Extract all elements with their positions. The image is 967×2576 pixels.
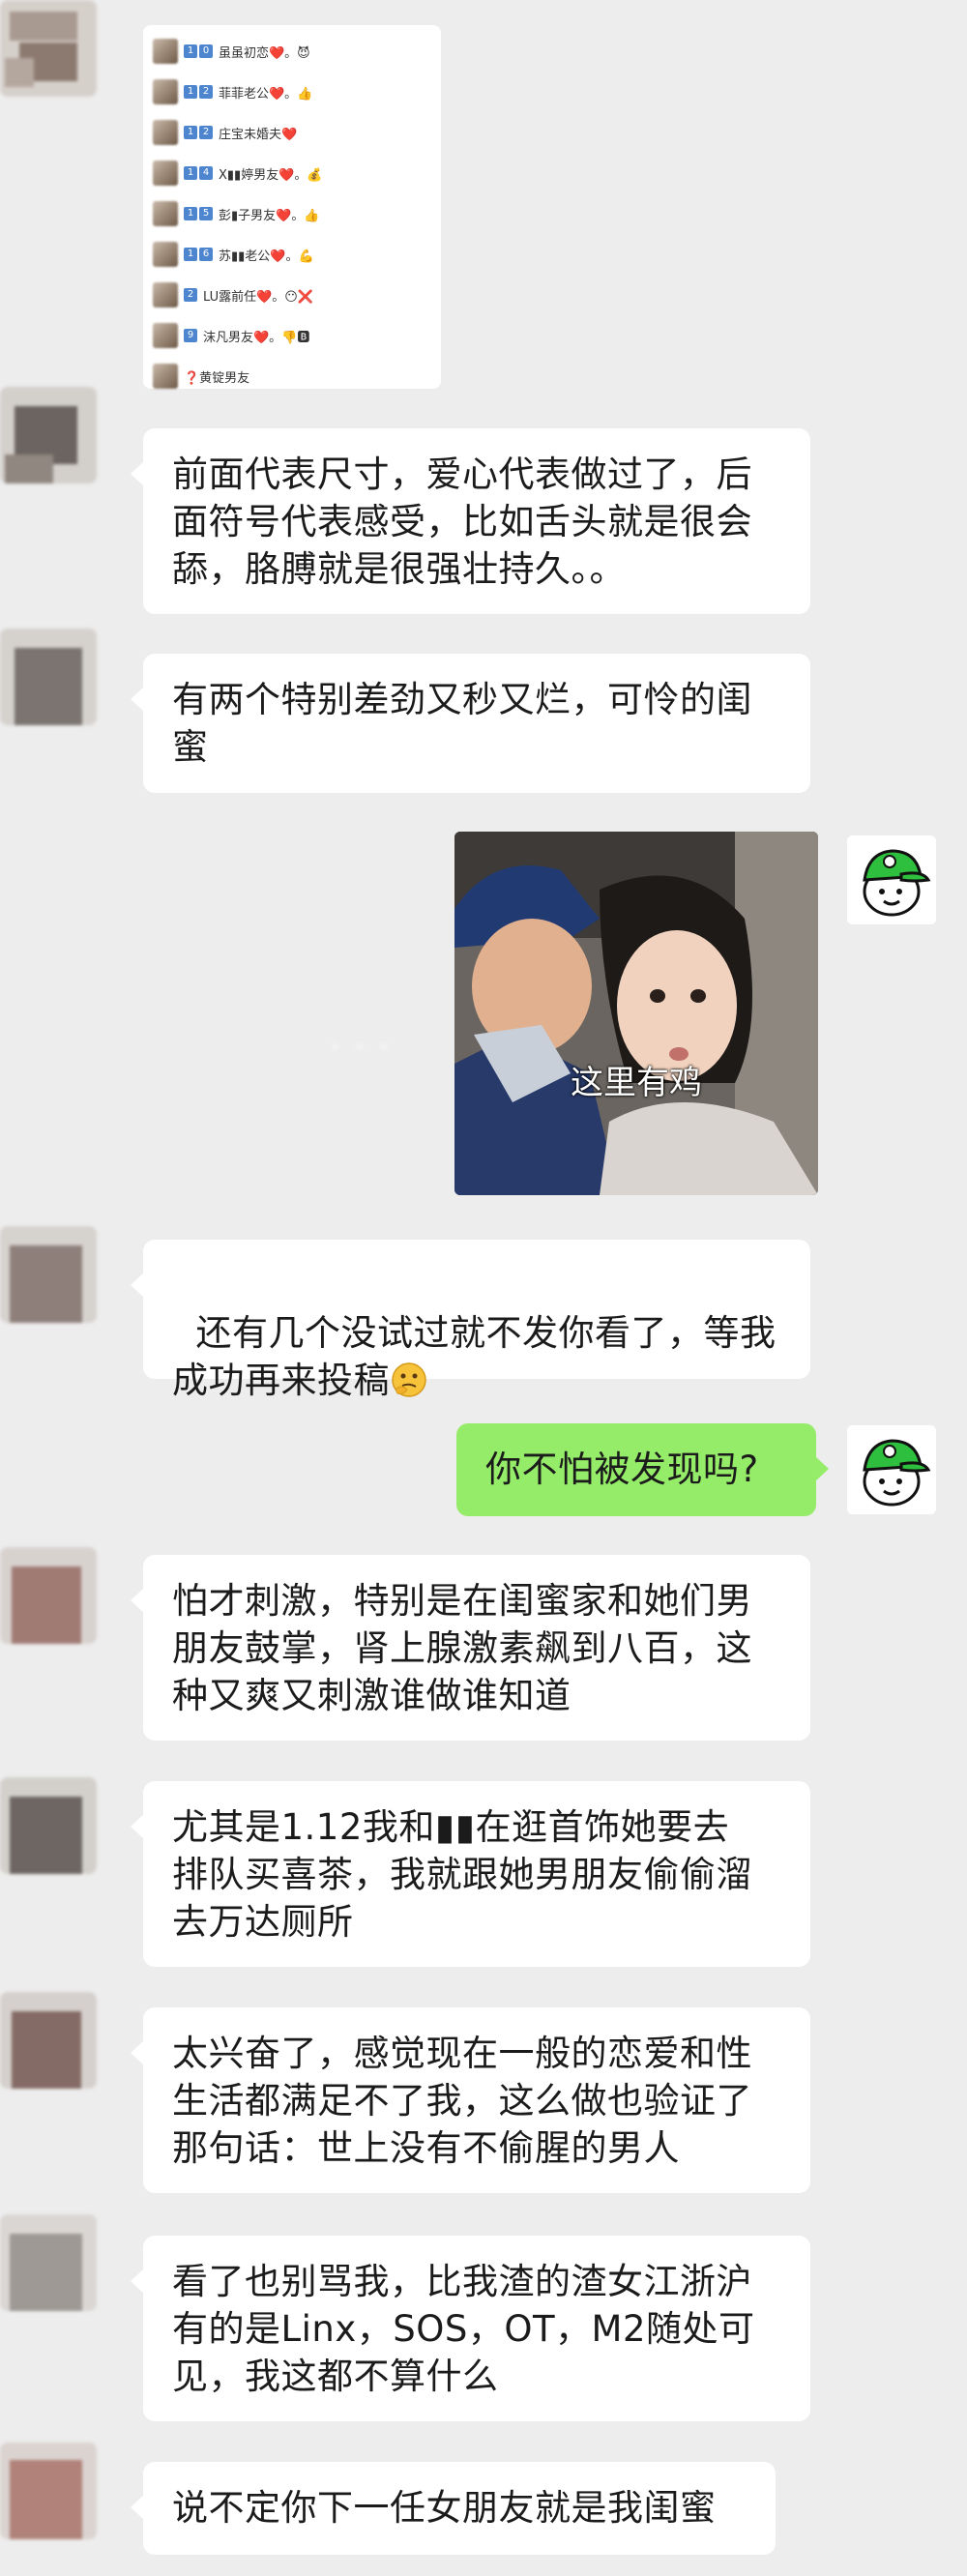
number-digit: 6: [199, 248, 213, 261]
list-row: 2 LU露前任❤️。😶❌: [153, 275, 431, 315]
green-cap-face-icon: [847, 835, 936, 924]
message-bubble: 看了也别骂我，比我渣的渣女江浙沪 有的是Linx，SOS，OT，M2随处可 见，…: [131, 2236, 810, 2421]
contact-avatar[interactable]: [0, 629, 97, 725]
message-bubble-sent: 你不怕被发现吗?: [456, 1423, 829, 1516]
message-bubble: 怕才刺激，特别是在闺蜜家和她们男 朋友鼓掌，肾上腺激素飙到八百，这 种又爽又刺激…: [131, 1555, 810, 1741]
contact-thumbnail: [153, 39, 178, 64]
contact-thumbnail: [153, 364, 178, 389]
contact-avatar[interactable]: [0, 1547, 97, 1644]
list-row-label: 菲菲老公❤️。👍: [219, 86, 313, 102]
contact-thumbnail: [153, 282, 178, 307]
list-row-label: X▮▮婷男友❤️。💰: [219, 167, 323, 183]
contact-avatar[interactable]: [0, 2443, 97, 2539]
number-badge: 12: [184, 126, 213, 139]
message-text: 还有几个没试过就不发你看了，等我 成功再来投稿: [172, 1312, 777, 1401]
contact-avatar[interactable]: [0, 1777, 97, 1874]
list-row: 9 沫凡男友❤️。👎🅱: [153, 315, 431, 356]
user-avatar[interactable]: [847, 835, 936, 924]
number-digit: 1: [184, 44, 197, 58]
message-bubble: 有两个特别差劲又秒又烂，可怜的闺 蜜: [131, 654, 810, 793]
message-bubble: 前面代表尺寸，爱心代表做过了，后 面符号代表感受，比如舌头就是很会 舔，胳膊就是…: [131, 428, 810, 614]
number-badge: 15: [184, 207, 213, 220]
thinking-face-icon: [390, 1361, 428, 1399]
number-digit: 1: [184, 166, 197, 180]
number-badge: 9: [184, 329, 197, 342]
list-row: 1 6 苏▮▮老公❤️。💪: [153, 234, 431, 275]
list-row-label: 苏▮▮老公❤️。💪: [219, 249, 314, 264]
list-row-label: 彭▮子男友❤️。👍: [219, 208, 320, 223]
list-row: 1 4 X▮▮婷男友❤️。💰: [153, 153, 431, 193]
list-row-label: ❓黄锭男友: [184, 370, 250, 386]
contact-avatar[interactable]: [0, 1992, 97, 2089]
number-badge: 16: [184, 248, 213, 261]
contact-avatar[interactable]: [0, 1226, 97, 1323]
message-bubble: 尤其是1.12我和▮▮在逛首饰她要去 排队买喜茶，我就跟她男朋友偷偷溜 去万达厕…: [131, 1781, 810, 1967]
message-bubble: 太兴奋了，感觉现在一般的恋爱和性 生活都满足不了我，这么做也验证了 那句话：世上…: [131, 2007, 810, 2193]
contact-thumbnail: [153, 161, 178, 186]
list-row: 1 5 彭▮子男友❤️。👍: [153, 193, 431, 234]
contact-thumbnail: [153, 201, 178, 226]
number-digit: 1: [184, 207, 197, 220]
number-badge: 14: [184, 166, 213, 180]
number-digit: 2: [199, 85, 213, 99]
number-digit: 1: [184, 126, 197, 139]
contact-thumbnail: [153, 242, 178, 267]
number-badge: 10: [184, 44, 213, 58]
list-row: 1 2 菲菲老公❤️。👍: [153, 72, 431, 112]
user-avatar[interactable]: [847, 1425, 936, 1514]
message-bubble: 说不定你下一任女朋友就是我闺蜜: [131, 2462, 776, 2555]
number-badge: 12: [184, 85, 213, 99]
list-row-label: 沫凡男友❤️。👎🅱: [203, 330, 310, 345]
number-digit: 5: [199, 207, 213, 220]
meme-caption: 这里有鸡: [571, 1064, 702, 1102]
list-row: 1 0 虽虽初恋❤️。😈: [153, 31, 431, 72]
contact-thumbnail: [153, 120, 178, 145]
contact-thumbnail: [153, 323, 178, 348]
contact-avatar[interactable]: [0, 0, 97, 97]
contact-thumbnail: [153, 79, 178, 104]
meme-image[interactable]: 这里有鸡: [454, 832, 818, 1195]
contact-avatar[interactable]: [0, 387, 97, 483]
message-bubble: 还有几个没试过就不发你看了，等我 成功再来投稿: [131, 1240, 810, 1401]
list-row-label: 虽虽初恋❤️。😈: [219, 45, 310, 61]
list-row: 1 2 庄宝未婚夫❤️: [153, 112, 431, 153]
number-digit: 9: [184, 329, 197, 342]
list-row-label: 庄宝未婚夫❤️: [219, 127, 298, 142]
number-digit: 1: [184, 248, 197, 261]
number-digit: 0: [199, 44, 213, 58]
blur-smudge: · · ·: [329, 1025, 391, 1069]
list-row: ❓黄锭男友: [153, 356, 431, 396]
list-row-label: LU露前任❤️。😶❌: [203, 289, 314, 305]
number-digit: 4: [199, 166, 213, 180]
list-screenshot-image[interactable]: 1 0 虽虽初恋❤️。😈 1 2 菲菲老公❤️。👍 1 2 庄宝未婚夫❤️ 1 4 X▮▮婷男友❤️。…: [143, 25, 441, 389]
number-digit: 2: [199, 126, 213, 139]
number-digit: 1: [184, 85, 197, 99]
contact-avatar[interactable]: [0, 2214, 97, 2311]
green-cap-face-icon: [847, 1425, 936, 1514]
number-digit: 2: [184, 288, 197, 302]
number-badge: 2: [184, 288, 197, 302]
